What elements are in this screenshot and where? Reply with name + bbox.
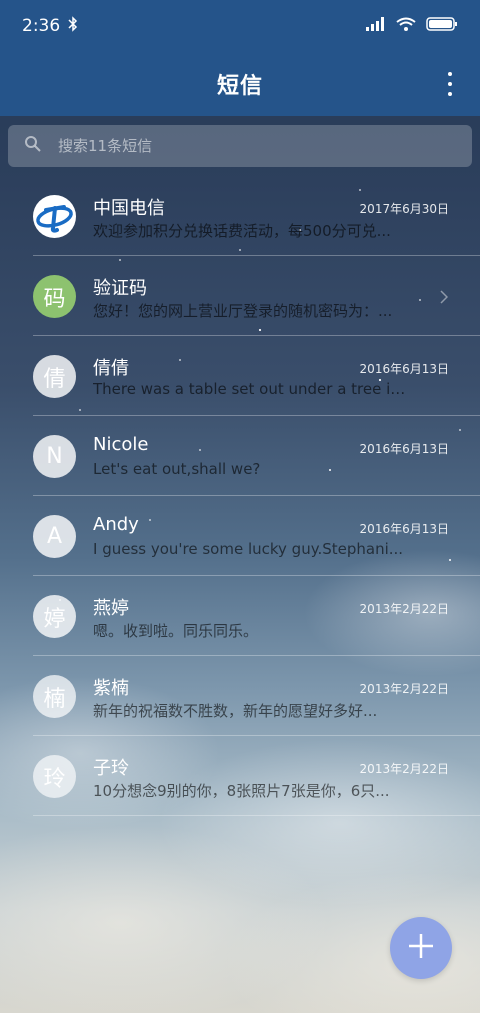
page-title: 短信 (216, 74, 263, 99)
new-message-button[interactable] (390, 917, 452, 979)
message-preview: 新年的祝福数不胜数，新年的愿望好多好... (93, 702, 378, 720)
message-date: 2016年6月13日 (359, 442, 449, 456)
avatar: 玲 (33, 755, 76, 798)
signal-icon (366, 16, 386, 36)
messages-screen: 2:36 短信 搜索11条短信 中国电信 2017年6月30日 欢迎参加积分兑换… (0, 0, 480, 1013)
conversation-list: 中国电信 2017年6月30日 欢迎参加积分兑换话费活动，每500分可兑... … (0, 176, 480, 816)
message-preview: 欢迎参加积分兑换话费活动，每500分可兑... (93, 222, 391, 240)
china-telecom-logo-icon (33, 195, 76, 238)
contact-name: Nicole (93, 434, 149, 455)
message-date: 2013年2月22日 (359, 602, 449, 616)
conversation-row[interactable]: 楠 紫楠 2013年2月22日 新年的祝福数不胜数，新年的愿望好多好... (0, 656, 480, 736)
contact-name: 紫楠 (93, 678, 129, 699)
message-preview: 您好！您的网上营业厅登录的随机密码为：... (93, 302, 393, 320)
message-date: 2016年6月13日 (359, 522, 449, 536)
search-icon (24, 135, 42, 157)
avatar: 码 (33, 275, 76, 318)
status-bar: 2:36 (0, 0, 480, 52)
bluetooth-icon (68, 15, 78, 37)
avatar: N (33, 435, 76, 478)
contact-name: Andy (93, 514, 139, 535)
avatar: 婷 (33, 595, 76, 638)
message-preview: There was a table set out under a tree i… (93, 380, 413, 398)
contact-name: 验证码 (93, 278, 147, 299)
message-date: 2016年6月13日 (359, 362, 449, 376)
avatar-letter: A (46, 524, 63, 549)
wifi-icon (396, 16, 416, 36)
contact-name: 倩倩 (93, 358, 129, 379)
avatar-letter: 楠 (43, 686, 66, 712)
message-preview: I guess you're some lucky guy.Stephani..… (93, 540, 404, 558)
app-bar: 短信 (0, 52, 480, 116)
contact-name: 子玲 (93, 758, 129, 779)
message-preview: 嗯。收到啦。同乐同乐。 (93, 622, 259, 640)
avatar: A (33, 515, 76, 558)
chevron-right-icon (440, 289, 449, 308)
search-input[interactable] (56, 136, 440, 156)
message-date: 2017年6月30日 (359, 202, 449, 216)
conversation-row[interactable]: 婷 燕婷 2013年2月22日 嗯。收到啦。同乐同乐。 (0, 576, 480, 656)
more-options-icon[interactable] (446, 72, 454, 96)
search-bar[interactable] (8, 125, 472, 167)
conversation-row[interactable]: N Nicole 2016年6月13日 Let's eat out,shall … (0, 416, 480, 496)
conversation-row[interactable]: 玲 子玲 2013年2月22日 10分想念9别的你，8张照片7张是你，6只... (0, 736, 480, 816)
avatar-letter: 玲 (43, 766, 66, 792)
avatar-letter: N (46, 444, 63, 469)
avatar-letter: 码 (43, 286, 66, 312)
message-date: 2013年2月22日 (359, 762, 449, 776)
avatar: 倩 (33, 355, 76, 398)
conversation-row[interactable]: A Andy 2016年6月13日 I guess you're some lu… (0, 496, 480, 576)
message-preview: Let's eat out,shall we? (93, 460, 261, 478)
conversation-row[interactable]: 倩 倩倩 2016年6月13日 There was a table set ou… (0, 336, 480, 416)
contact-name: 燕婷 (93, 598, 129, 619)
contact-name: 中国电信 (93, 198, 165, 219)
avatar-letter: 婷 (43, 606, 66, 632)
conversation-row-verification-code[interactable]: 码 验证码 您好！您的网上营业厅登录的随机密码为：... (0, 256, 480, 336)
avatar-letter: 倩 (43, 366, 66, 392)
row-divider (33, 815, 480, 816)
plus-icon (408, 933, 434, 963)
avatar: 楠 (33, 675, 76, 718)
message-date: 2013年2月22日 (359, 682, 449, 696)
status-time: 2:36 (22, 16, 61, 36)
battery-icon (426, 16, 458, 37)
message-preview: 10分想念9别的你，8张照片7张是你，6只... (93, 782, 390, 800)
conversation-row-china-telecom[interactable]: 中国电信 2017年6月30日 欢迎参加积分兑换话费活动，每500分可兑... (0, 176, 480, 256)
